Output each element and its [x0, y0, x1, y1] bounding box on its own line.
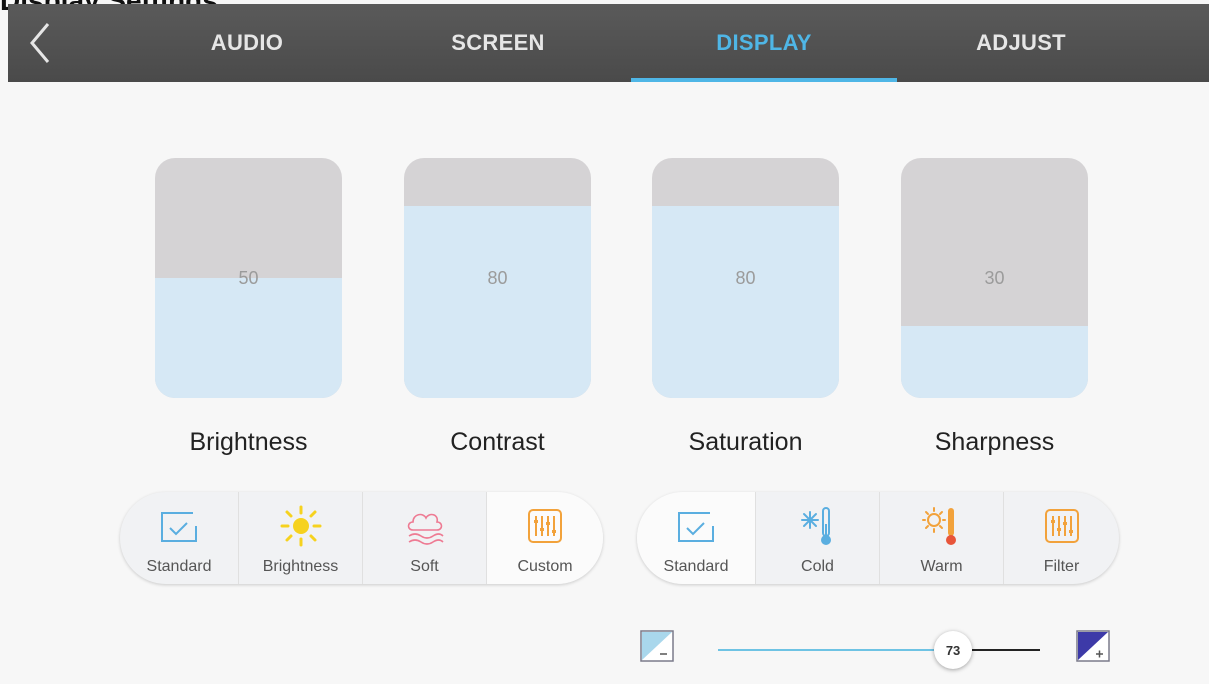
- tab-audio[interactable]: AUDIO: [114, 4, 380, 82]
- tab-display-label: DISPLAY: [716, 30, 812, 55]
- slider-track-filled[interactable]: [718, 649, 935, 651]
- contrast-decrease-icon: [640, 630, 674, 662]
- mode-soft-label: Soft: [410, 558, 439, 575]
- mode-custom-button[interactable]: Custom: [486, 492, 603, 584]
- sun-thermometer-icon: [921, 507, 956, 545]
- mode-brightness-button[interactable]: Brightness: [238, 492, 362, 584]
- contrast-label: Contrast: [450, 428, 545, 456]
- temp-standard-label: Standard: [663, 558, 729, 575]
- brightness-level[interactable]: 50: [155, 158, 342, 398]
- sharpness-label: Sharpness: [934, 428, 1055, 456]
- picture-mode-group: Standard Brightness Soft Custom: [120, 492, 603, 584]
- sharpness-level[interactable]: 30: [901, 158, 1088, 398]
- color-temperature-group: Standard Cold Warm Filter: [637, 492, 1119, 584]
- temp-warm-button[interactable]: Warm: [879, 492, 1003, 584]
- sun-icon: [280, 505, 321, 547]
- temp-warm-label: Warm: [920, 558, 963, 575]
- temp-cold-button[interactable]: Cold: [755, 492, 879, 584]
- snowflake-thermometer-icon: [800, 507, 831, 545]
- saturation-level[interactable]: 80: [652, 158, 839, 398]
- cloud-icon: [407, 513, 444, 545]
- adjust-slider: 73: [640, 622, 1130, 670]
- sharpness-fill: [901, 326, 1088, 398]
- standard-icon: [161, 512, 197, 542]
- custom-icon: [528, 509, 562, 543]
- mode-custom-label: Custom: [517, 558, 573, 575]
- tab-display[interactable]: DISPLAY: [631, 4, 897, 82]
- brightness-value: 50: [238, 268, 259, 288]
- tab-adjust-label: ADJUST: [976, 30, 1066, 55]
- temp-filter-button[interactable]: Filter: [1003, 492, 1119, 584]
- tab-adjust[interactable]: ADJUST: [888, 4, 1154, 82]
- decrease-button[interactable]: [640, 630, 674, 662]
- increase-button[interactable]: [1076, 630, 1110, 662]
- mode-standard-button[interactable]: Standard: [120, 492, 238, 584]
- brightness-fill: [155, 278, 342, 398]
- standard-icon: [678, 512, 714, 542]
- mode-soft-button[interactable]: Soft: [362, 492, 486, 584]
- slider-thumb[interactable]: 73: [934, 631, 973, 669]
- top-nav-bar: AUDIO SCREEN DISPLAY ADJUST: [8, 4, 1209, 82]
- saturation-label: Saturation: [688, 428, 803, 456]
- tab-screen-label: SCREEN: [451, 30, 545, 55]
- contrast-fill: [404, 206, 591, 398]
- tab-audio-label: AUDIO: [210, 30, 284, 55]
- back-button[interactable]: [22, 20, 62, 66]
- temp-filter-label: Filter: [1043, 558, 1080, 575]
- slider-track-empty[interactable]: [972, 649, 1040, 651]
- contrast-increase-icon: [1076, 630, 1110, 662]
- mode-brightness-label: Brightness: [262, 558, 339, 575]
- brightness-label: Brightness: [189, 428, 308, 456]
- temp-standard-button[interactable]: Standard: [637, 492, 755, 584]
- contrast-value: 80: [487, 268, 508, 288]
- saturation-fill: [652, 206, 839, 398]
- sharpness-value: 30: [984, 268, 1005, 288]
- temp-cold-label: Cold: [801, 558, 834, 575]
- filter-icon: [1044, 509, 1079, 543]
- contrast-level[interactable]: 80: [404, 158, 591, 398]
- mode-standard-label: Standard: [146, 558, 212, 575]
- tab-screen[interactable]: SCREEN: [365, 4, 631, 82]
- saturation-value: 80: [735, 268, 756, 288]
- chevron-left-icon: [30, 23, 50, 63]
